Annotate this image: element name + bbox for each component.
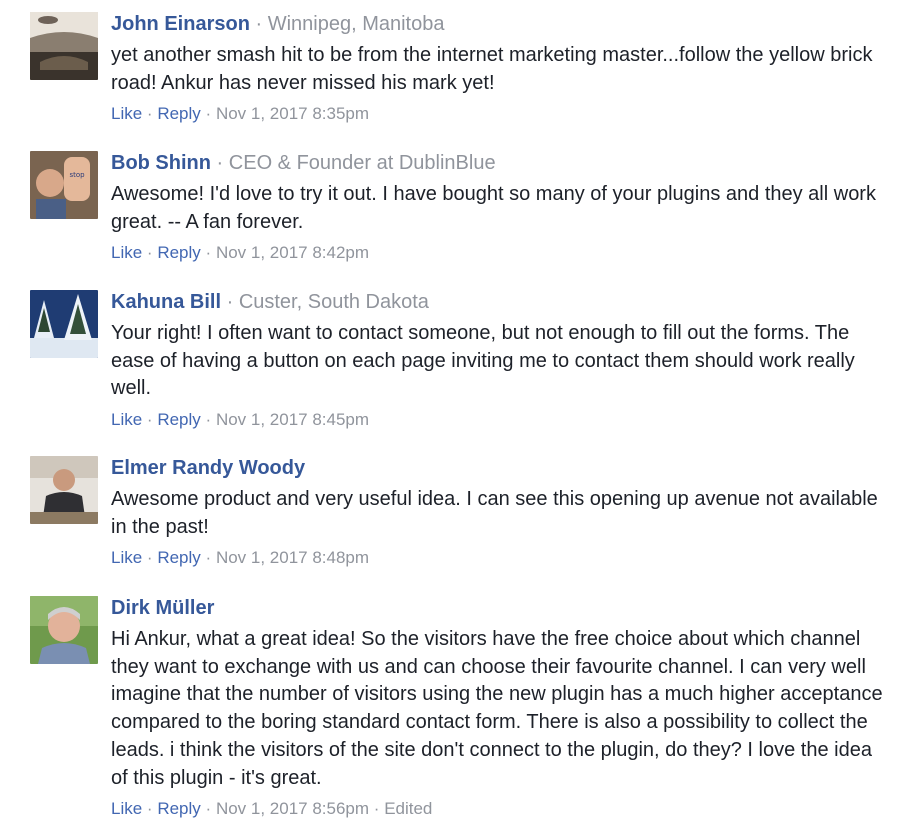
avatar[interactable]: stop: [30, 151, 98, 219]
comment-author-link[interactable]: Dirk Müller: [111, 597, 214, 619]
like-link[interactable]: Like: [111, 410, 142, 429]
svg-text:stop: stop: [69, 171, 85, 179]
separator-dot: ·: [373, 799, 380, 819]
separator-dot: ·: [146, 104, 153, 124]
reply-link[interactable]: Reply: [157, 799, 200, 818]
avatar[interactable]: [30, 12, 98, 80]
reply-link[interactable]: Reply: [157, 243, 200, 262]
separator-dot: ·: [216, 152, 224, 174]
like-link[interactable]: Like: [111, 548, 142, 567]
separator-dot: ·: [205, 243, 212, 263]
comment-author-link[interactable]: John Einarson: [111, 13, 250, 35]
comment-actions: Like · Reply · Nov 1, 2017 8:48pm: [111, 547, 891, 569]
separator-dot: ·: [205, 104, 212, 124]
author-meta: CEO & Founder at DublinBlue: [228, 152, 496, 174]
comment-list: John Einarson · Winnipeg, Manitoba yet a…: [0, 0, 912, 839]
reply-link[interactable]: Reply: [157, 104, 200, 123]
separator-dot: ·: [146, 799, 153, 819]
like-link[interactable]: Like: [111, 243, 142, 262]
reply-link[interactable]: Reply: [157, 410, 200, 429]
separator-dot: ·: [205, 410, 212, 430]
comment-timestamp[interactable]: Nov 1, 2017 8:48pm: [216, 548, 369, 567]
separator-dot: ·: [205, 548, 212, 568]
author-meta: Winnipeg, Manitoba: [267, 13, 445, 35]
comment-timestamp[interactable]: Nov 1, 2017 8:56pm: [216, 799, 369, 818]
car-dashboard-photo-icon: [30, 12, 98, 80]
comment-actions: Like · Reply · Nov 1, 2017 8:35pm: [111, 103, 891, 125]
comment-text: yet another smash hit to be from the int…: [111, 44, 873, 94]
avatar[interactable]: [30, 290, 98, 358]
comment-timestamp[interactable]: Nov 1, 2017 8:45pm: [216, 410, 369, 429]
comment-text: Hi Ankur, what a great idea! So the visi…: [111, 628, 883, 789]
man-portrait-photo-icon: [30, 596, 98, 664]
comment-actions: Like · Reply · Nov 1, 2017 8:42pm: [111, 242, 891, 264]
separator-dot: ·: [146, 548, 153, 568]
snowy-pine-trees-photo-icon: [30, 290, 98, 358]
reply-link[interactable]: Reply: [157, 548, 200, 567]
comment-author-link[interactable]: Elmer Randy Woody: [111, 457, 305, 479]
avatar[interactable]: [30, 596, 98, 664]
man-raised-hand-photo-icon: stop: [30, 151, 98, 219]
like-link[interactable]: Like: [111, 799, 142, 818]
comment-author-link[interactable]: Bob Shinn: [111, 152, 211, 174]
separator-dot: ·: [255, 13, 263, 35]
separator-dot: ·: [226, 291, 234, 313]
comment-text: Awesome! I'd love to try it out. I have …: [111, 183, 876, 233]
separator-dot: ·: [146, 243, 153, 263]
comment-timestamp[interactable]: Nov 1, 2017 8:35pm: [216, 104, 369, 123]
separator-dot: ·: [205, 799, 212, 819]
like-link[interactable]: Like: [111, 104, 142, 123]
man-seated-photo-icon: [30, 456, 98, 524]
comment-text: Your right! I often want to contact some…: [111, 322, 855, 400]
comment-author-link[interactable]: Kahuna Bill: [111, 291, 221, 313]
separator-dot: ·: [146, 410, 153, 430]
edited-label[interactable]: Edited: [384, 799, 432, 818]
comment-timestamp[interactable]: Nov 1, 2017 8:42pm: [216, 243, 369, 262]
comment-text: Awesome product and very useful idea. I …: [111, 488, 878, 538]
comment-actions: Like · Reply · Nov 1, 2017 8:45pm: [111, 409, 891, 431]
avatar[interactable]: [30, 456, 98, 524]
author-meta: Custer, South Dakota: [238, 291, 429, 313]
comment-actions: Like · Reply · Nov 1, 2017 8:56pm · Edit…: [111, 798, 891, 820]
